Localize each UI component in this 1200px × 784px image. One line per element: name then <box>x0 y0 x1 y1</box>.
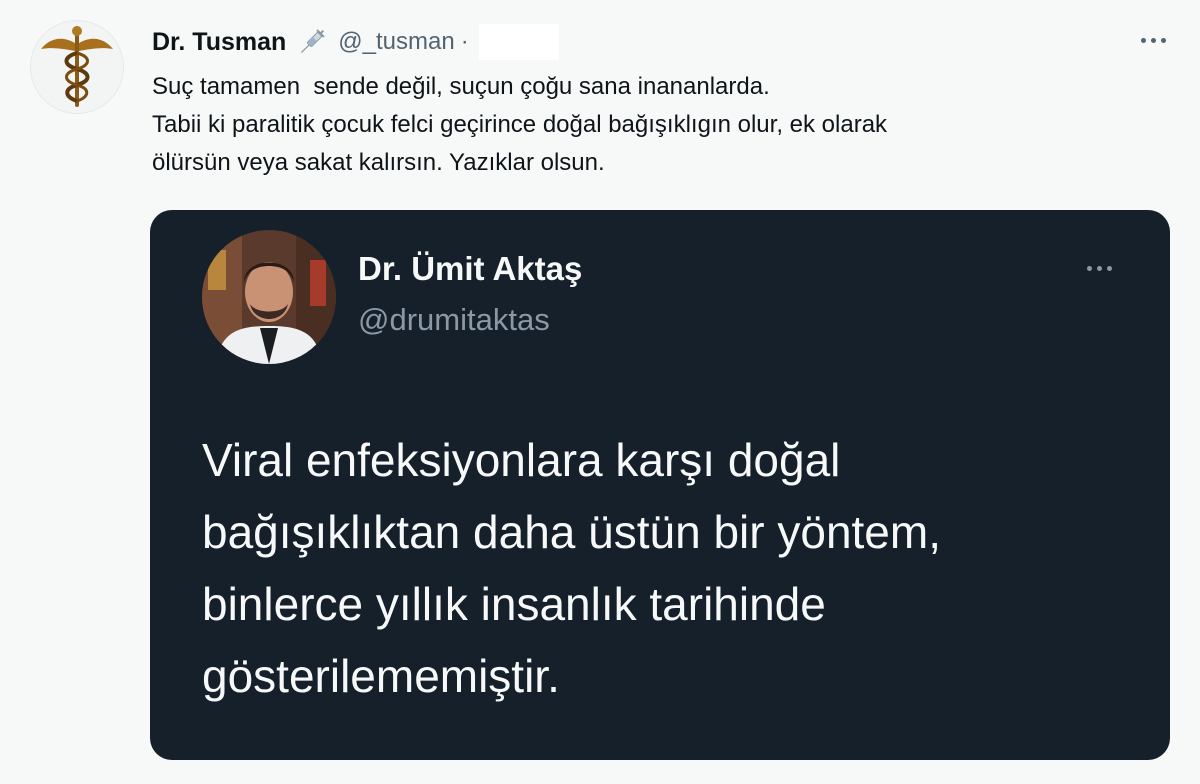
display-name[interactable]: Dr. Tusman <box>152 28 286 57</box>
more-horizontal-icon[interactable] <box>1075 256 1123 280</box>
avatar[interactable] <box>30 20 124 114</box>
quoted-display-name[interactable]: Dr. Ümit Aktaş <box>358 250 582 288</box>
quoted-text-line: bağışıklıktan daha üstün bir yöntem, <box>202 506 941 558</box>
quoted-text-line: binlerce yıllık insanlık tarihinde <box>202 578 826 630</box>
user-handle[interactable]: @_tusman <box>338 28 454 56</box>
caduceus-icon <box>41 26 113 107</box>
quoted-text-line: gösterilememiştir. <box>202 650 560 702</box>
tweet-text-line: ölürsün veya sakat kalırsın. Yazıklar ol… <box>152 149 605 176</box>
quoted-tweet-text: Viral enfeksiyonlara karşı doğal bağışık… <box>202 424 1122 712</box>
tweet-text-line: Tabii ki paralitik çocuk felci geçirince… <box>152 111 888 138</box>
quoted-text-line: Viral enfeksiyonlara karşı doğal <box>202 434 841 486</box>
tweet-text-line: Suç tamamen sende değil, suçun çoğu sana… <box>152 73 770 100</box>
redacted-timestamp <box>478 24 559 60</box>
more-horizontal-icon[interactable] <box>1128 22 1178 58</box>
quoted-user-handle[interactable]: @drumitaktas <box>358 302 550 338</box>
quoted-avatar[interactable] <box>202 230 336 364</box>
tweet[interactable]: Dr. Tusman @_tusman · Suç tamamen sende … <box>0 0 1200 784</box>
tweet-text: Suç tamamen sende değil, suçun çoğu sana… <box>152 68 1132 182</box>
quoted-tweet-card[interactable]: Dr. Ümit Aktaş @drumitaktas Viral enfeks… <box>150 210 1170 760</box>
tweet-header: Dr. Tusman @_tusman · <box>152 24 559 60</box>
syringe-icon <box>296 26 328 58</box>
separator-dot: · <box>460 28 469 55</box>
